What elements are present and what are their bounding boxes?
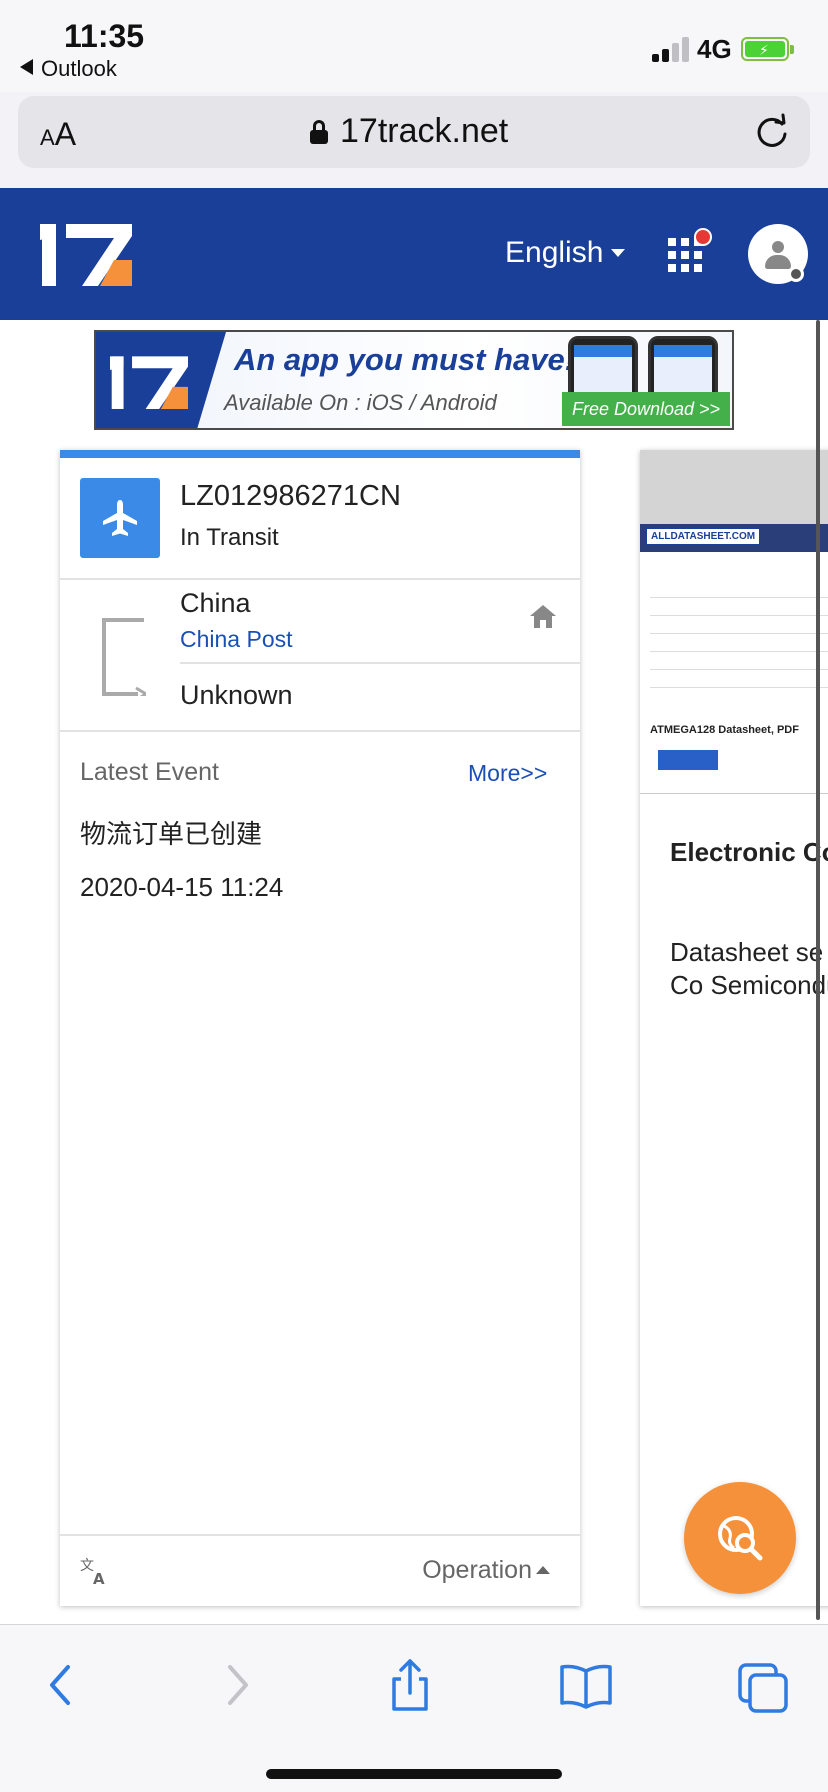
thumbnail-title: ATMEGA128 Datasheet, PDF xyxy=(650,724,799,736)
site-header: English xyxy=(0,188,828,320)
forward-icon[interactable] xyxy=(206,1655,266,1715)
home-indicator xyxy=(266,1769,562,1779)
back-to-app-link[interactable]: Outlook xyxy=(20,56,117,82)
reload-icon[interactable] xyxy=(752,112,792,152)
text-size-button[interactable]: AA xyxy=(40,116,76,153)
avatar-status-dot xyxy=(788,266,804,282)
address-bar[interactable]: AA 17track.net xyxy=(18,96,810,168)
back-app-label: Outlook xyxy=(41,56,117,81)
carrier-link[interactable]: China Post xyxy=(180,626,293,653)
url-domain[interactable]: 17track.net xyxy=(340,112,508,151)
notification-dot xyxy=(694,228,712,246)
browser-toolbar xyxy=(0,1624,828,1792)
search-result-card[interactable]: ALLDATASHEET.COM ATMEGA128 Datasheet, PD… xyxy=(640,450,828,1606)
banner-subline: Available On : iOS / Android xyxy=(224,390,497,415)
network-type: 4G xyxy=(697,34,732,64)
language-selector[interactable]: English xyxy=(505,236,626,270)
tracking-card: LZ012986271CN In Transit China China Pos… xyxy=(60,450,580,1606)
bookmarks-icon[interactable] xyxy=(556,1655,616,1715)
tracking-status: In Transit xyxy=(180,524,279,551)
more-events-link[interactable]: More>> xyxy=(468,760,547,787)
airplane-icon xyxy=(103,500,137,536)
route-path-icon xyxy=(102,618,146,696)
back-icon[interactable] xyxy=(32,1655,92,1715)
origin-country: China xyxy=(180,588,251,618)
result-description: Datasheet se Electronic Co Semiconduct xyxy=(670,937,828,1000)
translate-icon[interactable]: 文 A xyxy=(80,1556,110,1586)
event-description: 物流订单已创建 xyxy=(80,819,263,849)
divider xyxy=(60,578,580,580)
banner-logo xyxy=(110,356,188,409)
signal-icon xyxy=(652,36,690,62)
svg-text:文: 文 xyxy=(80,1558,94,1574)
card-footer: 文 A Operation xyxy=(60,1534,580,1606)
tabs-icon[interactable] xyxy=(734,1655,794,1715)
caret-down-icon xyxy=(611,249,626,257)
battery-icon: ⚡ xyxy=(741,37,794,61)
tracking-number[interactable]: LZ012986271CN xyxy=(180,480,401,513)
home-icon[interactable] xyxy=(530,604,556,628)
back-arrow-icon xyxy=(20,59,33,75)
result-title[interactable]: Electronic Co Search xyxy=(670,830,828,874)
result-thumbnail: ALLDATASHEET.COM ATMEGA128 Datasheet, PD… xyxy=(640,524,828,794)
status-time: 11:35 xyxy=(64,18,145,54)
card-header-placeholder xyxy=(640,450,828,524)
svg-text:A: A xyxy=(93,1570,105,1586)
vertical-scrollbar[interactable] xyxy=(816,320,820,1620)
search-fab-button[interactable] xyxy=(684,1482,796,1594)
transport-mode-badge xyxy=(80,478,160,558)
divider xyxy=(60,730,580,732)
divider xyxy=(180,662,580,664)
site-logo[interactable] xyxy=(40,220,132,286)
globe-search-icon xyxy=(718,1516,763,1561)
free-download-button[interactable]: Free Download >> xyxy=(562,392,730,426)
thumbnail-site-logo: ALLDATASHEET.COM xyxy=(646,528,761,545)
lock-icon xyxy=(310,120,328,144)
operation-menu-button[interactable]: Operation xyxy=(422,1556,550,1585)
share-icon[interactable] xyxy=(380,1655,440,1715)
latest-event-label: Latest Event xyxy=(80,758,219,786)
banner-headline: An app you must have! xyxy=(234,342,576,377)
status-bar: 11:35 Outlook 4G ⚡ xyxy=(0,0,828,92)
atmel-logo xyxy=(658,750,718,770)
destination-country: Unknown xyxy=(180,680,293,710)
caret-up-icon xyxy=(536,1566,550,1574)
page-content: An app you must have! Available On : iOS… xyxy=(0,320,828,1624)
app-download-banner[interactable]: An app you must have! Available On : iOS… xyxy=(94,330,734,430)
event-timestamp: 2020-04-15 11:24 xyxy=(80,872,284,902)
